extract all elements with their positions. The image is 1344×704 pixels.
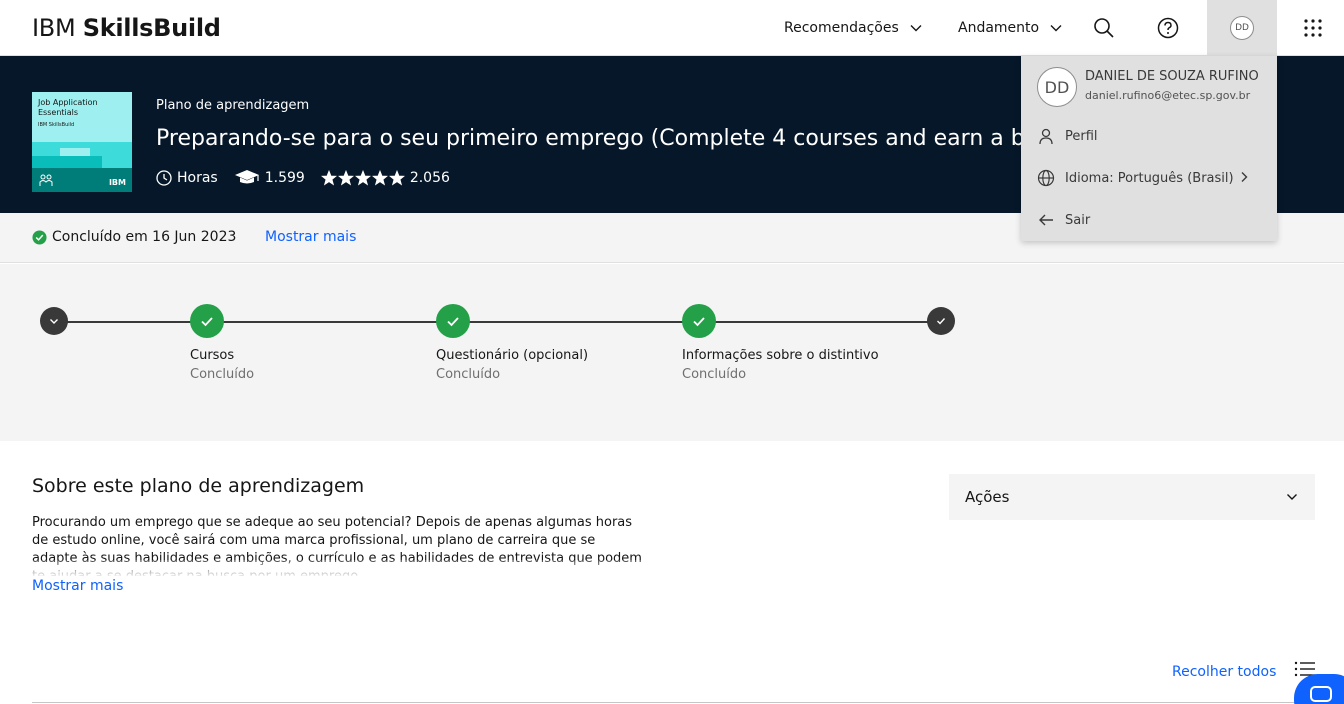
about-heading: Sobre este plano de aprendizagem <box>32 475 365 497</box>
avatar: DD <box>1230 16 1254 40</box>
help-button[interactable] <box>1136 0 1200 56</box>
divider <box>32 702 1314 703</box>
checkmark-icon <box>201 317 213 327</box>
app-switcher-button[interactable] <box>1281 0 1344 56</box>
search-button[interactable] <box>1072 0 1136 56</box>
star-icon <box>320 170 337 186</box>
progress-end-node <box>927 307 955 335</box>
step-status: Concluído <box>436 367 501 382</box>
plan-meta: Horas 1.599 2.056 <box>156 169 466 187</box>
show-more-link[interactable]: Mostrar mais <box>265 229 356 245</box>
checkmark-icon <box>937 318 946 325</box>
course-thumbnail: Job Application Essentials IBM SkillsBui… <box>32 92 132 192</box>
about-show-more-link[interactable]: Mostrar mais <box>32 578 123 594</box>
duration: Horas <box>156 170 218 186</box>
user-icon <box>1039 128 1053 145</box>
step-node-cursos <box>190 304 224 338</box>
chevron-down-icon <box>1050 25 1062 32</box>
graduation-cap-icon <box>234 170 259 184</box>
step-status: Concluído <box>190 367 255 382</box>
progress-tracker: Cursos Concluído Questionário (opcional)… <box>0 264 1344 441</box>
star-icon <box>388 170 405 186</box>
step-label: Informações sobre o distintivo <box>682 348 879 363</box>
chevron-down-icon <box>50 319 58 324</box>
completion-status: Concluído em 16 Jun 2023 <box>32 229 236 245</box>
star-icon <box>371 170 388 186</box>
chevron-down-icon <box>910 25 922 32</box>
star-icon <box>354 170 371 186</box>
menu-item-logout[interactable]: Sair <box>1037 208 1267 232</box>
menu-item-language[interactable]: Idioma: Português (Brasil) <box>1037 166 1267 190</box>
star-rating <box>320 170 406 186</box>
chat-icon <box>1310 686 1332 702</box>
checkmark-filled-icon <box>32 229 47 245</box>
globe-icon <box>1037 169 1055 187</box>
step-node-distintivo <box>682 304 716 338</box>
brand-logo[interactable]: IBM SkillsBuild <box>32 13 221 43</box>
nav-recomendacoes[interactable]: Recomendações <box>784 0 923 56</box>
plan-type-label: Plano de aprendizagem <box>156 98 310 113</box>
help-icon <box>1157 17 1179 39</box>
step-status: Concluído <box>682 367 747 382</box>
checkmark-icon <box>693 317 705 327</box>
checkmark-icon <box>447 317 459 327</box>
page-title: Preparando-se para o seu primeiro empreg… <box>156 126 1026 151</box>
chevron-right-icon <box>1241 172 1248 182</box>
top-navigation-bar: IBM SkillsBuild Recomendações Andamento … <box>0 0 1344 56</box>
progress-start-node <box>40 307 68 335</box>
user-name: DANIEL DE SOUZA RUFINO <box>1085 69 1259 84</box>
text-fade-overlay <box>32 560 652 578</box>
user-menu-dropdown: DD DANIEL DE SOUZA RUFINO daniel.rufino6… <box>1021 56 1277 241</box>
user-email: daniel.rufino6@etec.sp.gov.br <box>1085 89 1251 102</box>
nav-andamento[interactable]: Andamento <box>958 0 1063 56</box>
grid-icon <box>1304 19 1322 37</box>
progress-line <box>54 321 940 323</box>
avatar: DD <box>1037 67 1077 107</box>
rating: 2.056 <box>320 170 450 186</box>
people-icon <box>39 174 53 186</box>
step-label: Questionário (opcional) <box>436 348 589 363</box>
user-avatar-button[interactable]: DD <box>1207 0 1277 56</box>
collapse-all-link[interactable]: Recolher todos <box>1172 664 1276 680</box>
star-icon <box>337 170 354 186</box>
actions-dropdown[interactable]: Ações <box>949 474 1315 520</box>
step-node-questionario <box>436 304 470 338</box>
menu-item-profile[interactable]: Perfil <box>1037 124 1267 148</box>
search-icon <box>1094 18 1114 38</box>
learners-count: 1.599 <box>234 169 305 187</box>
step-label: Cursos <box>190 348 235 363</box>
arrow-left-icon <box>1039 214 1053 226</box>
clock-icon <box>156 170 172 186</box>
chevron-down-icon <box>1287 494 1297 500</box>
